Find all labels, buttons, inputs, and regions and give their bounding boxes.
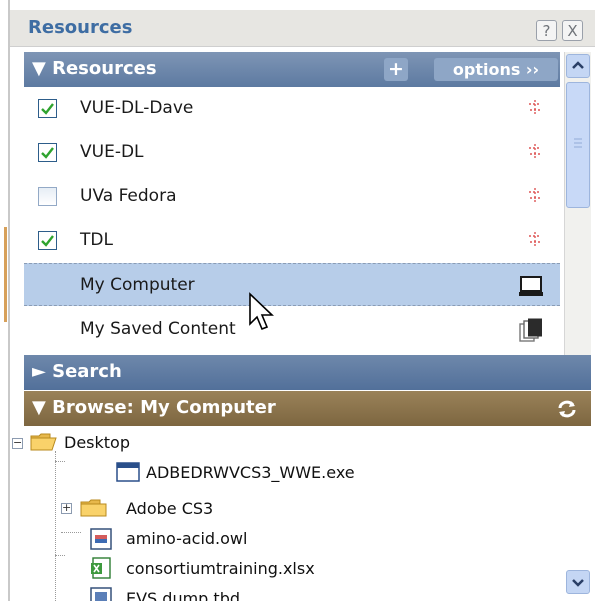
scroll-down-button[interactable] <box>566 570 590 594</box>
collapse-toggle[interactable]: − <box>12 436 23 449</box>
tree-item-desktop[interactable]: − Desktop <box>10 431 310 455</box>
resources-window: Resources ? X ▼ Resources + options ›› V… <box>0 0 595 601</box>
grip-icon <box>574 138 582 148</box>
network-icon <box>529 100 541 116</box>
resource-label: My Saved Content <box>80 319 236 339</box>
tree-item-xlsx[interactable]: consortiumtraining.xlsx <box>60 557 440 581</box>
resource-label: VUE-DL-Dave <box>80 98 194 118</box>
tree-item-label: Adobe CS3 <box>126 499 214 518</box>
resource-checkbox-checked[interactable] <box>38 99 57 118</box>
resource-checkbox-unchecked[interactable] <box>38 187 57 206</box>
tree-item-label: EVS.dump.tbd <box>126 589 241 601</box>
checkmark-icon <box>41 147 54 159</box>
tree-item-adobe-cs3[interactable]: + Adobe CS3 <box>60 497 440 521</box>
refresh-icon[interactable] <box>556 399 578 419</box>
window-title: Resources <box>28 17 133 38</box>
tree-item-exe[interactable]: ADBEDRWVCS3_WWE.exe <box>60 461 440 485</box>
search-section-header[interactable]: ► Search <box>24 355 591 390</box>
resource-row-my-computer[interactable]: My Computer <box>24 263 560 306</box>
computer-icon <box>519 276 543 296</box>
tree-item-label: consortiumtraining.xlsx <box>126 559 315 578</box>
resource-list: VUE-DL-Dave VUE-DL UVa Fedora TDL My Com… <box>24 87 560 355</box>
mouse-cursor-icon <box>249 292 274 331</box>
tree-item-label: Desktop <box>64 433 130 452</box>
saved-content-icon <box>519 318 542 342</box>
file-icon <box>90 528 112 550</box>
tree-item-label: amino-acid.owl <box>126 529 248 548</box>
resources-scrollbar[interactable] <box>564 52 591 355</box>
tree-connector <box>55 555 65 556</box>
resource-label: My Computer <box>80 275 195 295</box>
checkmark-icon <box>41 103 54 115</box>
checkmark-icon <box>41 235 54 247</box>
resource-row-vue-dl-dave[interactable]: VUE-DL-Dave <box>24 87 560 130</box>
chevron-down-icon <box>572 579 584 587</box>
expand-toggle[interactable]: + <box>61 501 72 514</box>
network-icon <box>529 232 541 248</box>
resources-section-header[interactable]: ▼ Resources + options ›› <box>24 52 560 87</box>
excel-icon <box>91 557 111 579</box>
chevron-up-icon <box>572 61 584 69</box>
network-icon <box>529 144 541 160</box>
title-bar: Resources ? X <box>10 10 595 47</box>
scroll-up-button[interactable] <box>566 54 590 78</box>
resource-checkbox-checked[interactable] <box>38 231 57 250</box>
resource-checkbox-checked[interactable] <box>38 143 57 162</box>
browse-section-header[interactable]: ▼ Browse: My Computer <box>24 391 591 426</box>
tree-connector <box>55 451 56 601</box>
folder-icon <box>80 499 107 517</box>
file-tree: − Desktop ADBEDRWVCS3_WWE.exe + Adobe CS… <box>10 427 566 601</box>
resource-label: VUE-DL <box>80 142 144 162</box>
resource-row-my-saved-content[interactable]: My Saved Content <box>24 308 560 351</box>
tree-item-label: ADBEDRWVCS3_WWE.exe <box>146 463 355 482</box>
window-left-marker <box>4 227 7 322</box>
scroll-thumb[interactable] <box>566 82 590 208</box>
resource-label: UVa Fedora <box>80 186 177 206</box>
tree-item-owl[interactable]: amino-acid.owl <box>60 527 440 551</box>
add-resource-button[interactable]: + <box>384 58 408 81</box>
resources-header-label: ▼ Resources <box>32 58 157 79</box>
tree-item-partial[interactable]: EVS.dump.tbd <box>60 587 440 601</box>
help-button[interactable]: ? <box>536 20 557 41</box>
resource-row-vue-dl[interactable]: VUE-DL <box>24 131 560 174</box>
browse-header-label: ▼ Browse: My Computer <box>32 397 276 418</box>
resource-row-uva-fedora[interactable]: UVa Fedora <box>24 175 560 218</box>
options-button[interactable]: options ›› <box>434 58 558 81</box>
network-icon <box>529 188 541 204</box>
close-button[interactable]: X <box>562 20 583 41</box>
search-header-label: ► Search <box>32 361 122 382</box>
folder-open-icon <box>30 433 57 451</box>
file-icon <box>90 587 112 601</box>
resource-label: TDL <box>80 230 113 250</box>
resource-row-tdl[interactable]: TDL <box>24 219 560 262</box>
exe-icon <box>116 462 140 482</box>
